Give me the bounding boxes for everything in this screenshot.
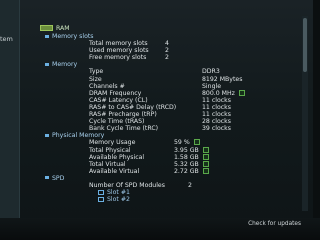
detail-value: 3.95 GB: [174, 146, 199, 154]
detail-row: Size 8192 MBytes: [40, 76, 280, 83]
spd-slot-item[interactable]: Slot #2: [40, 196, 280, 203]
slot-label[interactable]: Slot #1: [107, 189, 130, 196]
detail-row: Total memory slots 4: [40, 40, 280, 47]
collapse-icon[interactable]: [45, 176, 49, 180]
app-window: tem RAM Memory slots Total memory slots 4…: [0, 0, 320, 240]
ram-details-tree: RAM Memory slots Total memory slots 4 Use…: [40, 25, 280, 203]
detail-row: Available Physical 1.58 GB: [40, 153, 280, 161]
detail-row: CAS# Latency (CL) 11 clocks: [40, 97, 280, 104]
detail-row: RAS# Precharge (tRP) 11 clocks: [40, 111, 280, 118]
detail-value: 59 %: [174, 139, 190, 147]
section-title: SPD: [52, 174, 65, 182]
section-title: Memory: [52, 61, 78, 69]
detail-row: Free memory slots 2: [40, 54, 280, 61]
status-square-icon: [202, 160, 209, 167]
ram-header[interactable]: RAM: [40, 25, 280, 33]
section-title: Physical Memory: [52, 132, 105, 140]
status-bar: Check for updates: [0, 218, 320, 240]
status-square-icon: [193, 139, 200, 146]
collapse-icon[interactable]: [45, 133, 49, 137]
detail-row: Used memory slots 2: [40, 47, 280, 54]
slot-label[interactable]: Slot #2: [107, 196, 130, 203]
nav-item-label[interactable]: tem: [0, 35, 13, 43]
scrollbar-thumb[interactable]: [303, 18, 307, 72]
detail-row: Memory Usage 59 %: [40, 139, 280, 146]
expand-icon[interactable]: [98, 196, 104, 202]
check-for-updates-link[interactable]: Check for updates: [248, 221, 301, 228]
detail-value: 800.0 MHz: [202, 89, 235, 97]
detail-row: RAS# to CAS# Delay (tRCD) 11 clocks: [40, 104, 280, 111]
status-square-icon: [202, 146, 209, 153]
detail-row: Bank Cycle Time (tRC) 39 clocks: [40, 125, 280, 132]
expand-icon[interactable]: [98, 189, 104, 195]
detail-row: Total Virtual 5.32 GB: [40, 160, 280, 168]
spd-slot-item[interactable]: Slot #1: [40, 189, 280, 196]
vertical-scrollbar[interactable]: [302, 16, 308, 211]
ram-chip-icon: [40, 25, 53, 31]
collapse-icon[interactable]: [45, 62, 49, 66]
ram-title: RAM: [56, 25, 70, 32]
detail-value: 5.32 GB: [174, 160, 199, 168]
section-memory[interactable]: Memory: [40, 61, 280, 68]
detail-row: Available Virtual 2.72 GB: [40, 167, 280, 175]
navigation-pane[interactable]: tem: [0, 0, 20, 240]
status-square-icon: [238, 89, 245, 96]
collapse-icon[interactable]: [45, 34, 49, 38]
window-edge: [313, 0, 320, 240]
status-square-icon: [202, 167, 209, 174]
section-physical-memory[interactable]: Physical Memory: [40, 132, 280, 139]
section-title: Memory slots: [52, 33, 94, 40]
detail-row: Number Of SPD Modules 2: [40, 182, 280, 189]
detail-row: Cycle Time (tRAS) 28 clocks: [40, 118, 280, 125]
detail-value: 1.58 GB: [174, 153, 199, 161]
detail-row: DRAM Frequency 800.0 MHz: [40, 89, 280, 97]
section-spd[interactable]: SPD: [40, 175, 280, 182]
detail-value: 2.72 GB: [174, 167, 199, 175]
detail-row: Total Physical 3.95 GB: [40, 146, 280, 154]
detail-row: Type DDR3: [40, 68, 280, 75]
detail-row: Channels # Single: [40, 83, 280, 90]
section-memory-slots[interactable]: Memory slots: [40, 33, 280, 40]
status-square-icon: [202, 153, 209, 160]
